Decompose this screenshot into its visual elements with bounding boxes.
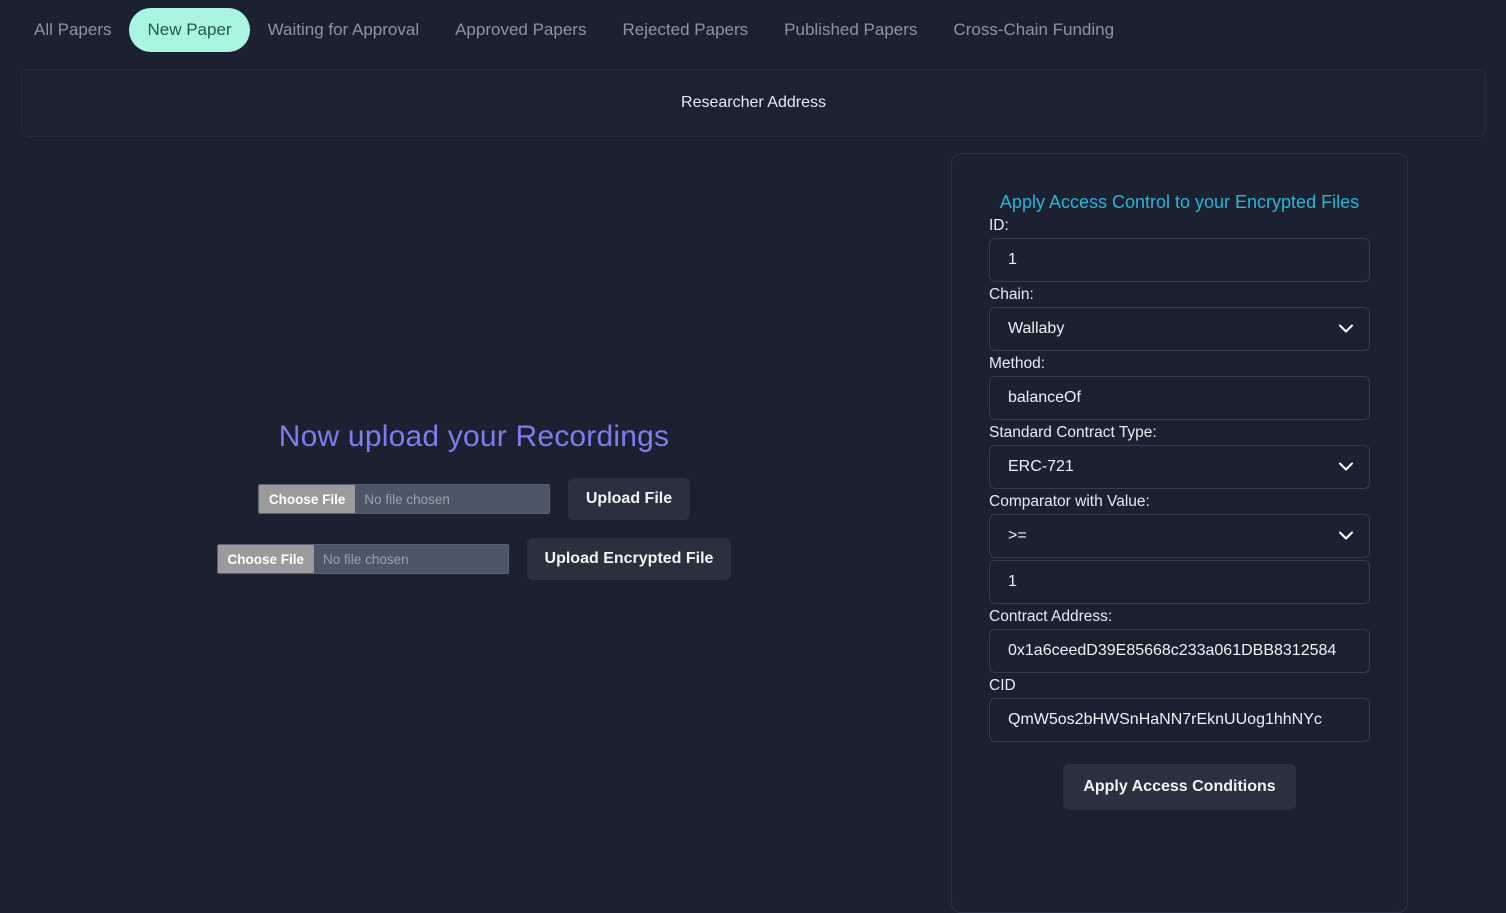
- access-control-panel-title: Apply Access Control to your Encrypted F…: [999, 192, 1360, 212]
- tab-rejected-papers[interactable]: Rejected Papers: [604, 8, 766, 52]
- tab-new-paper[interactable]: New Paper: [129, 8, 250, 52]
- upload-row-encrypted: Choose File No file chosen Upload Encryp…: [0, 538, 948, 580]
- standard-contract-type-label: Standard Contract Type:: [989, 424, 1157, 441]
- file-name-encrypted: No file chosen: [323, 551, 409, 567]
- file-input-plain[interactable]: Choose File No file chosen: [257, 484, 550, 514]
- access-control-panel: Apply Access Control to your Encrypted F…: [951, 153, 1408, 913]
- upload-section: Now upload your Recordings Choose File N…: [0, 420, 948, 598]
- chevron-down-icon: [1339, 458, 1353, 476]
- comparator-select[interactable]: >=: [989, 514, 1370, 558]
- cid-input[interactable]: QmW5os2bHWSnHaNN7rEknUUog1hhNYc: [989, 698, 1370, 742]
- comparator-select-value: >=: [1008, 527, 1027, 544]
- researcher-address-bar: Researcher Address: [21, 69, 1486, 137]
- primary-tab-bar: All Papers New Paper Waiting for Approva…: [0, 0, 1506, 60]
- cid-label: CID: [989, 677, 1016, 694]
- chevron-down-icon: [1339, 320, 1353, 338]
- apply-access-conditions-row: Apply Access Conditions: [989, 764, 1370, 810]
- tab-approved-papers[interactable]: Approved Papers: [437, 8, 604, 52]
- tab-cross-chain-funding[interactable]: Cross-Chain Funding: [935, 8, 1132, 52]
- tab-waiting-for-approval[interactable]: Waiting for Approval: [250, 8, 438, 52]
- chain-select[interactable]: Wallaby: [989, 307, 1370, 351]
- upload-file-button[interactable]: Upload File: [567, 478, 691, 520]
- file-name-plain: No file chosen: [364, 491, 450, 507]
- contract-address-input[interactable]: 0x1a6ceedD39E85668c233a061DBB8312584: [989, 629, 1370, 673]
- upload-section-title: Now upload your Recordings: [278, 420, 670, 453]
- id-label: ID:: [989, 217, 1009, 234]
- file-input-encrypted[interactable]: Choose File No file chosen: [216, 544, 509, 574]
- standard-contract-type-select[interactable]: ERC-721: [989, 445, 1370, 489]
- researcher-address-label: Researcher Address: [681, 94, 826, 111]
- tab-all-papers[interactable]: All Papers: [16, 8, 129, 52]
- comparator-with-value-label: Comparator with Value:: [989, 493, 1150, 510]
- comparator-value-input[interactable]: 1: [989, 560, 1370, 604]
- choose-file-button-encrypted[interactable]: Choose File: [217, 545, 315, 573]
- tab-published-papers[interactable]: Published Papers: [766, 8, 935, 52]
- chain-label: Chain:: [989, 286, 1034, 303]
- method-input[interactable]: balanceOf: [989, 376, 1370, 420]
- contract-address-label: Contract Address:: [989, 608, 1113, 625]
- upload-encrypted-file-button[interactable]: Upload Encrypted File: [526, 538, 732, 580]
- method-label: Method:: [989, 355, 1046, 372]
- apply-access-conditions-button[interactable]: Apply Access Conditions: [1063, 764, 1296, 810]
- choose-file-button-plain[interactable]: Choose File: [258, 485, 356, 513]
- upload-row-plain: Choose File No file chosen Upload File: [0, 478, 948, 520]
- standard-contract-type-value: ERC-721: [1008, 458, 1074, 475]
- chevron-down-icon: [1339, 527, 1353, 545]
- id-input[interactable]: 1: [989, 238, 1370, 282]
- chain-select-value: Wallaby: [1008, 320, 1065, 337]
